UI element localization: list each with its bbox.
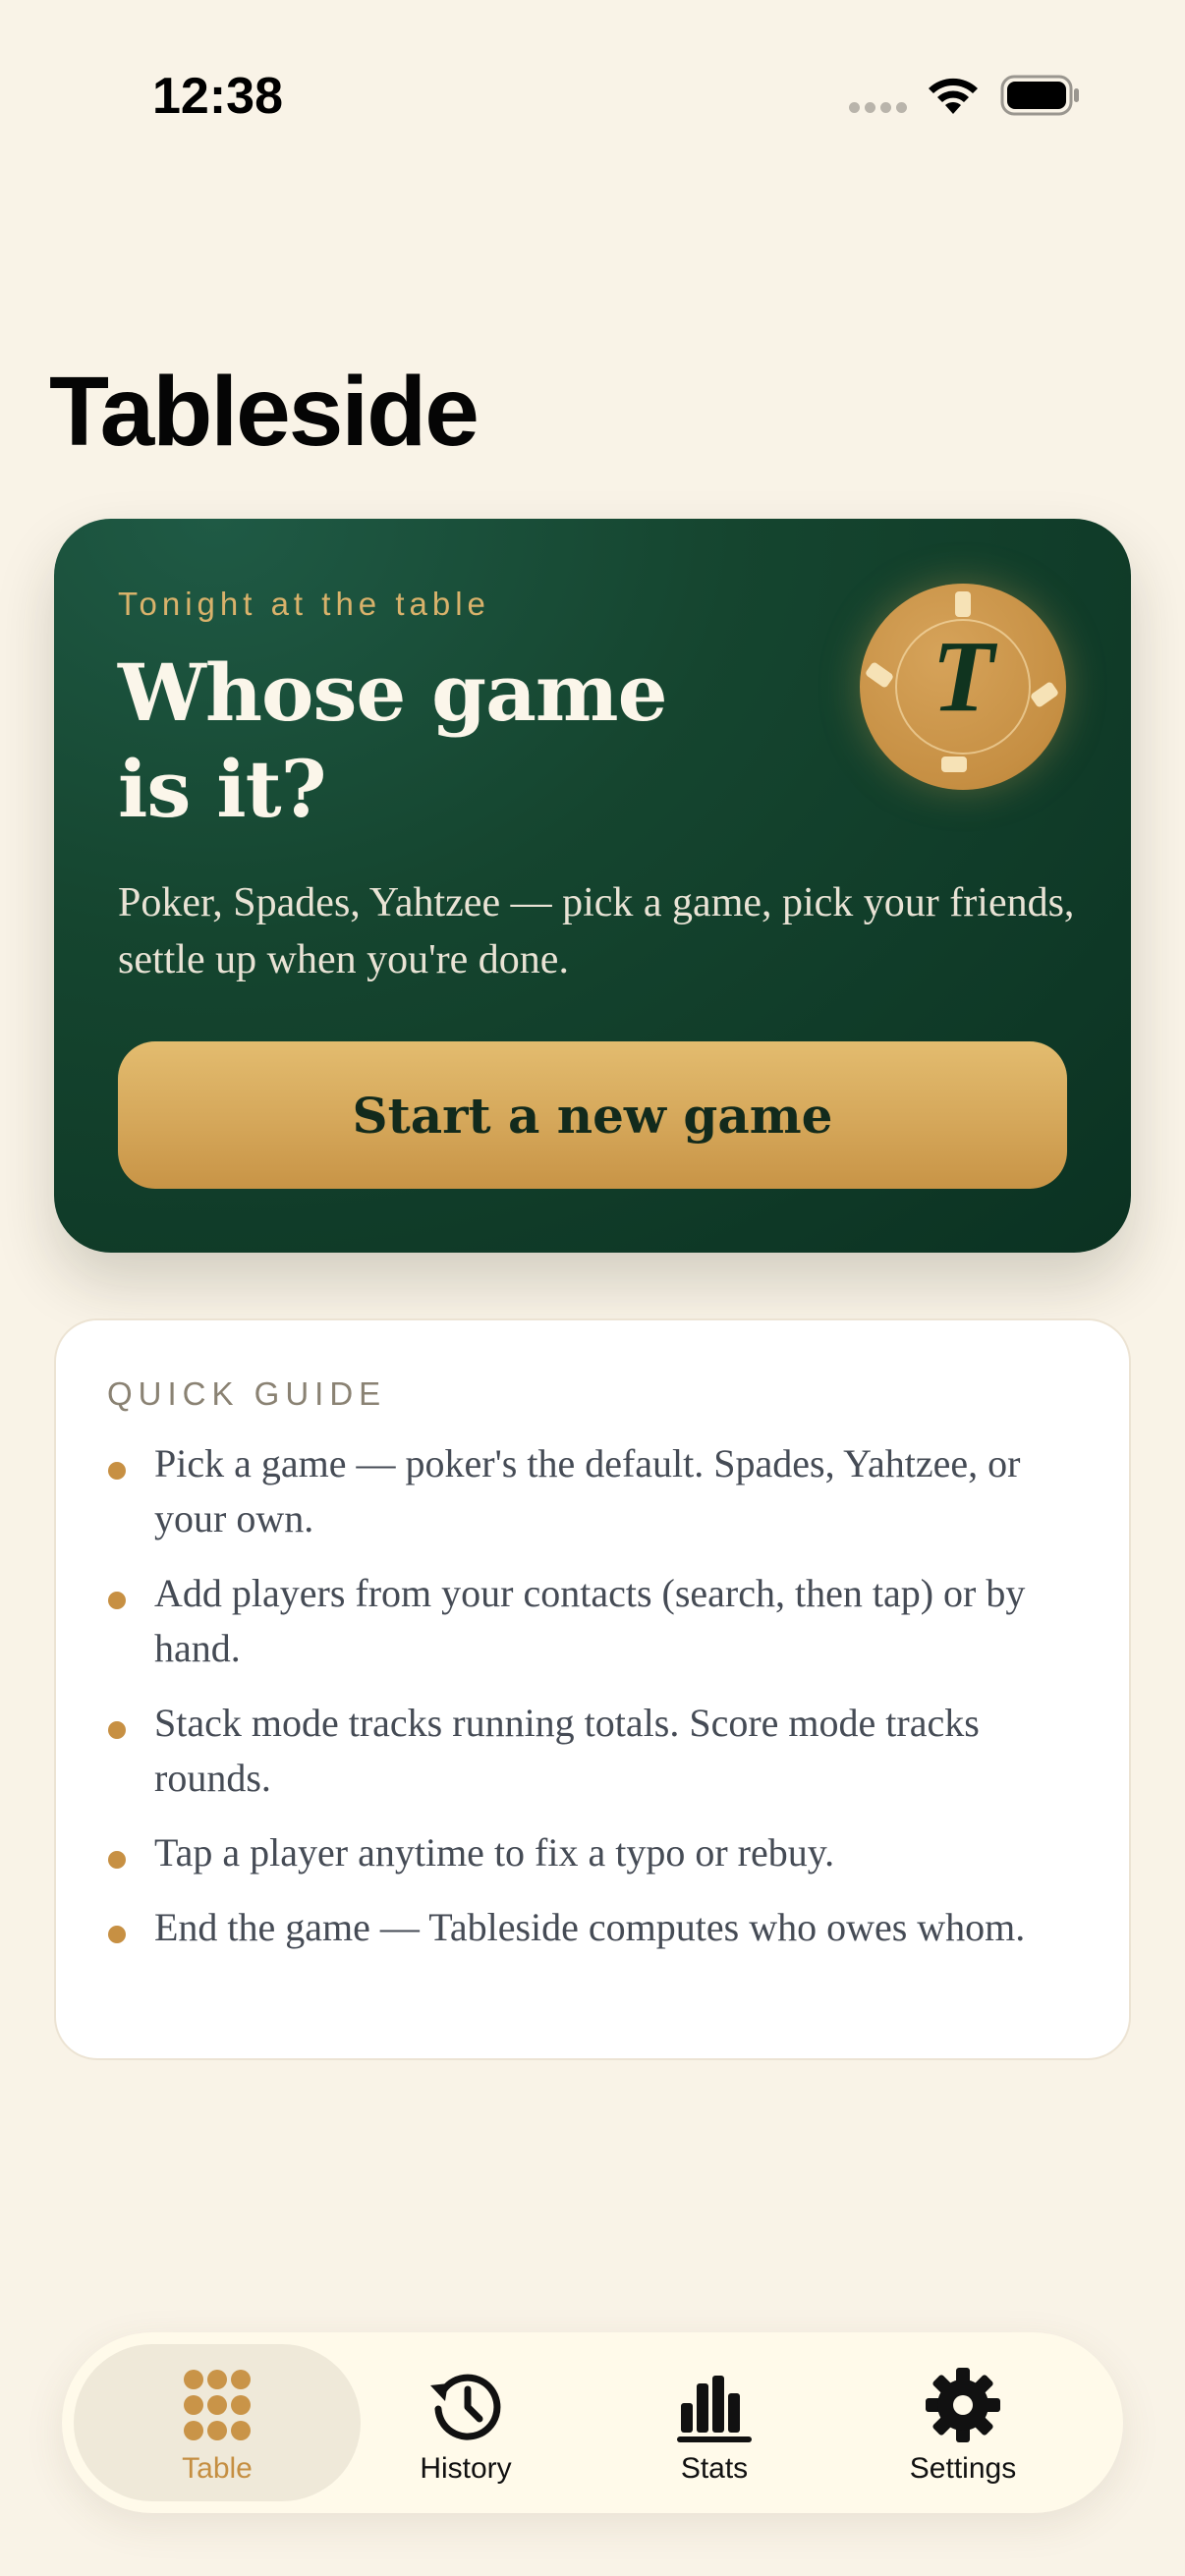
guide-item-text: End the game — Tableside computes who ow… [154,1905,1026,1949]
quick-guide-list: Pick a game — poker's the default. Spade… [107,1436,1090,1975]
quick-guide-heading: QUICK GUIDE [107,1375,387,1412]
quick-guide-card: QUICK GUIDE Pick a game — poker's the de… [54,1318,1131,2060]
list-item: Tap a player anytime to fix a typo or re… [107,1825,1090,1880]
bullet-dot-icon [108,1851,126,1869]
hero-eyebrow: Tonight at the table [118,586,490,622]
list-item: Add players from your contacts (search, … [107,1566,1090,1676]
guide-item-text: Stack mode tracks running totals. Score … [154,1701,980,1800]
grid-dots-icon [184,2370,251,2440]
bullet-dot-icon [108,1926,126,1943]
clock-history-icon [430,2374,501,2440]
chip-letter: T [931,620,994,733]
tab-label: Table [182,2452,253,2485]
hero-card: Tonight at the table Whose game is it? P… [54,519,1131,1253]
tab-label: Stats [680,2452,749,2485]
bullet-dot-icon [108,1592,126,1609]
tab-settings[interactable]: Settings [819,2344,1106,2501]
tab-history[interactable]: History [322,2344,609,2501]
gear-icon [926,2368,1000,2442]
list-item: End the game — Tableside computes who ow… [107,1900,1090,1955]
tab-label: Settings [909,2452,1017,2485]
hero-description: Poker, Spades, Yahtzee — pick a game, pi… [118,880,1075,982]
bullet-dot-icon [108,1721,126,1739]
guide-item-text: Pick a game — poker's the default. Spade… [154,1441,1021,1540]
tab-bar: Table History Stats Settings [62,2332,1123,2513]
tab-label: History [420,2452,512,2485]
tab-stats[interactable]: Stats [571,2344,858,2501]
cellular-signal-icon [849,102,907,113]
guide-item-text: Add players from your contacts (search, … [154,1571,1026,1670]
list-item: Stack mode tracks running totals. Score … [107,1696,1090,1806]
status-time: 12:38 [152,68,283,125]
battery-icon [1000,75,1079,116]
wifi-icon [929,78,978,114]
bar-chart-icon [677,2376,752,2442]
hero-title: Whose game is it? [118,646,667,835]
list-item: Pick a game — poker's the default. Spade… [107,1436,1090,1546]
bullet-dot-icon [108,1462,126,1480]
status-bar: 12:38 [0,0,1185,196]
poker-chip-logo: T [860,584,1066,790]
guide-item-text: Tap a player anytime to fix a typo or re… [154,1830,835,1875]
start-new-game-button[interactable]: Start a new game [118,1041,1067,1189]
tab-table[interactable]: Table [74,2344,361,2501]
page-title: Tableside [49,357,480,467]
